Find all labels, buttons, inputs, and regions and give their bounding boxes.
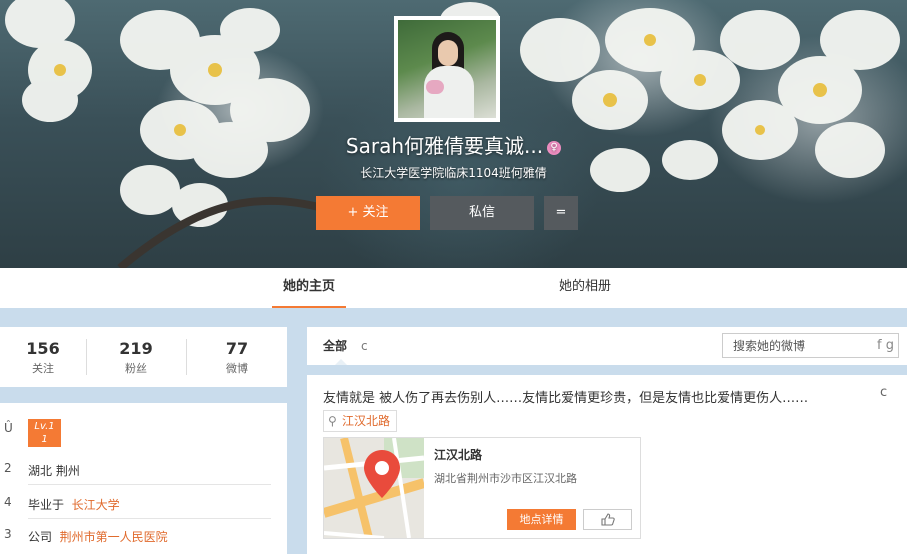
stat-posts-label: 微博 [226,362,248,375]
message-button[interactable]: 私信 [430,196,534,230]
profile-tab-bar: 她的主页 她的相册 [0,268,907,308]
school-link[interactable]: 长江大学 [72,498,120,512]
stats-panel: 156 关注 219 粉丝 77 微博 [0,327,287,387]
stat-following-count: 156 [26,339,60,358]
divider [186,339,187,375]
stat-posts[interactable]: 77 微博 [194,339,280,376]
stat-followers-count: 219 [119,339,153,358]
company-text: 公司 荆州市第一人民医院 [28,528,168,545]
avatar[interactable] [394,16,500,122]
search-input[interactable] [723,334,873,357]
map-thumbnail[interactable] [324,438,424,538]
thumbs-up-icon [600,513,615,526]
company-icon: 3 [4,527,12,541]
tab-home[interactable]: 她的主页 [272,268,346,308]
location-card-address: 湖北省荆州市沙市区江汉北路 [434,472,577,485]
stat-following-label: 关注 [32,362,54,375]
map-icon [324,438,424,538]
school-text: 毕业于 长江大学 [28,496,120,513]
location-card-title: 江汉北路 [434,448,483,462]
profile-description: 长江大学医学院临床1104班何雅倩 [360,166,547,180]
location-detail-button[interactable]: 地点详情 [507,509,576,530]
stat-followers[interactable]: 219 粉丝 [93,339,179,376]
level-icon: Û [4,421,13,435]
location-row: 2 湖北 荆州 [0,453,287,485]
stat-followers-label: 粉丝 [125,362,147,375]
location-text: 湖北 荆州 [28,464,80,478]
post-text: 友情就是 被人伤了再去伤别人……友情比爱情更珍贵，但是友情也比爱情更伤人…… [323,391,809,406]
post-menu-icon[interactable]: c [880,385,887,400]
info-panel: Û Lv.1 1 2 湖北 荆州 4 毕业于 长江大学 3 公司 荆州市第一人民… [0,403,287,554]
divider [28,484,271,485]
location-tag[interactable]: ⚲ 江汉北路 [323,410,398,432]
level-row: Û Lv.1 1 [0,403,287,453]
profile-name-text: Sarah何雅倩要真诚... [345,134,544,158]
profile-name: Sarah何雅倩要真诚... ♀ [0,130,907,159]
tab-album[interactable]: 她的相册 [548,268,622,308]
filter-all[interactable]: 全部 [323,337,347,354]
more-menu-button[interactable]: = [544,196,578,230]
location-icon: 2 [4,461,12,475]
school-icon: 4 [4,495,12,509]
school-prefix: 毕业于 [28,498,65,512]
location-card[interactable]: 江汉北路 湖北省荆州市沙市区江汉北路 地点详情 [323,437,641,539]
location-pin-icon: ⚲ [328,414,337,428]
search-icon[interactable]: f g [877,338,894,353]
feed-filter-bar: 全部 c f g [307,327,907,365]
location-tag-text: 江汉北路 [342,414,391,428]
cover-banner: Sarah何雅倩要真诚... ♀ 长江大学医学院临床1104班何雅倩 + 关注 私… [0,0,907,268]
search-box: f g [722,333,899,358]
female-icon: ♀ [547,140,562,155]
post-card: 友情就是 被人伤了再去伤别人……友情比爱情更珍贵，但是友情也比爱情更伤人…… c… [307,375,907,554]
stat-posts-count: 77 [225,339,249,358]
like-button[interactable] [583,509,632,530]
filter-dropdown-icon[interactable]: c [361,339,368,353]
level-badge[interactable]: Lv.1 1 [28,419,61,447]
active-filter-caret [335,359,347,365]
company-prefix: 公司 [28,530,53,544]
company-row: 3 公司 荆州市第一人民医院 [0,519,287,551]
company-link[interactable]: 荆州市第一人民医院 [60,530,168,544]
follow-button[interactable]: + 关注 [316,196,420,230]
divider [86,339,87,375]
stat-following[interactable]: 156 关注 [0,339,86,376]
school-row: 4 毕业于 长江大学 [0,487,287,519]
